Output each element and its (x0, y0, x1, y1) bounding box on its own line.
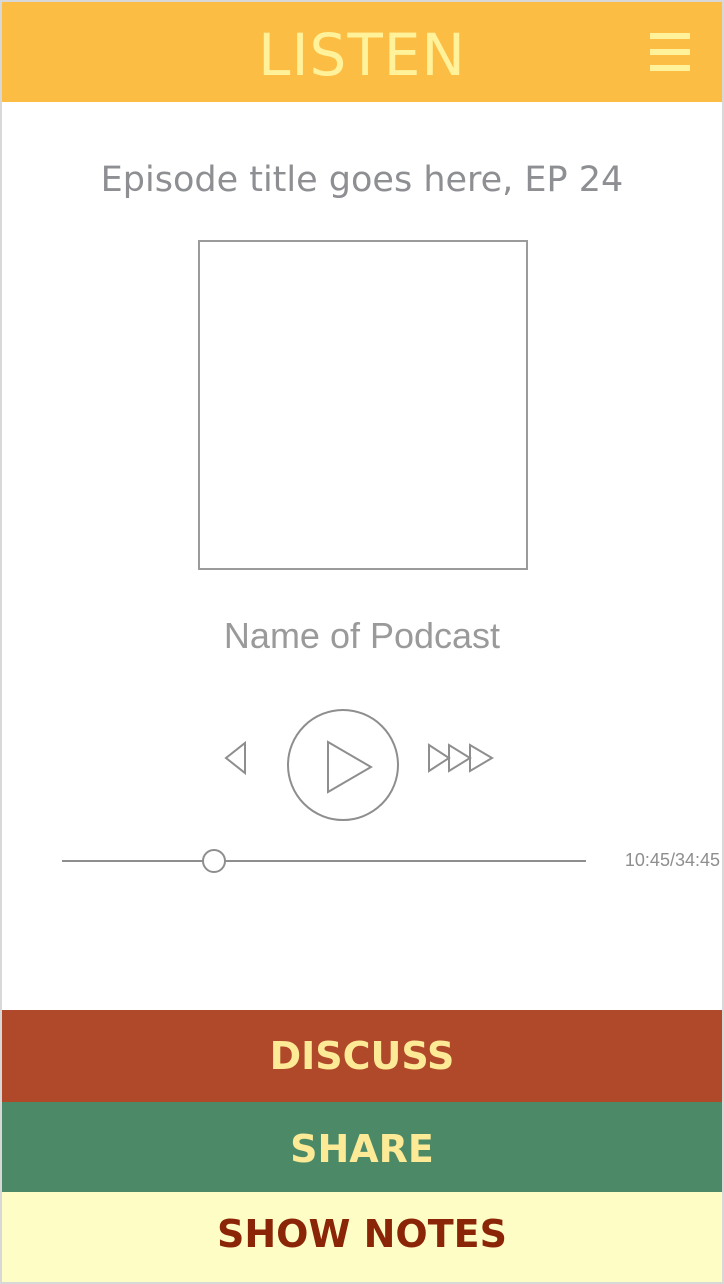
previous-icon (224, 740, 246, 776)
podcast-name: Name of Podcast (223, 615, 501, 656)
podcast-artwork-placeholder (198, 240, 528, 570)
page-title: LISTEN (258, 21, 466, 89)
show-notes-button[interactable]: SHOW NOTES (2, 1192, 722, 1282)
hamburger-menu-icon[interactable] (650, 33, 690, 71)
episode-title: Episode title goes here, EP 24 (100, 160, 624, 200)
progress-handle[interactable] (201, 849, 226, 873)
fast-forward-icon (428, 743, 494, 773)
app-screen: LISTEN Episode title goes here, EP 24 Na… (0, 0, 724, 1284)
discuss-button[interactable]: DISCUSS (2, 1010, 722, 1102)
fast-forward-button[interactable] (422, 737, 498, 779)
play-icon (287, 709, 399, 821)
time-readout: 10:45/34:45 (624, 850, 720, 870)
previous-button[interactable] (216, 737, 250, 779)
progress-track (62, 860, 586, 862)
header-bar: LISTEN (2, 2, 722, 102)
playback-progress-slider[interactable] (62, 848, 586, 878)
share-button[interactable]: SHARE (2, 1102, 722, 1192)
play-button[interactable] (285, 707, 401, 823)
